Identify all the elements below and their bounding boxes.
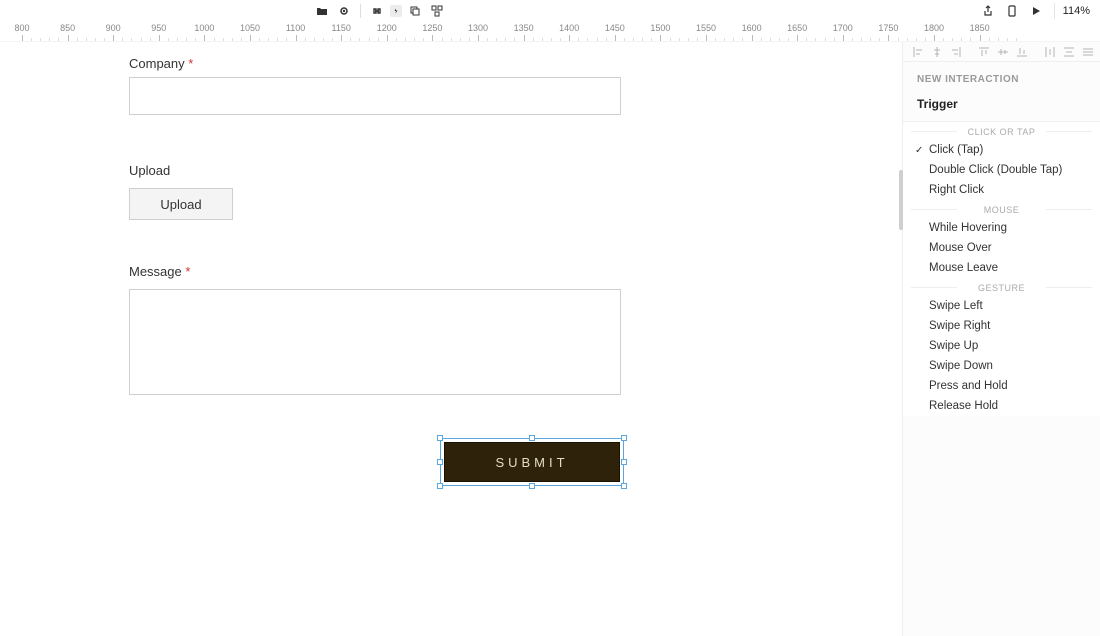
message-textarea[interactable] (129, 289, 621, 395)
trigger-option-label: Swipe Up (929, 340, 978, 352)
resize-handle[interactable] (621, 483, 627, 489)
message-label: Message * (129, 264, 621, 279)
trigger-option[interactable]: While Hovering (903, 218, 1100, 238)
resize-handle[interactable] (529, 435, 535, 441)
distribute-v-icon[interactable] (1064, 47, 1074, 57)
horizontal-ruler: 8008509009501000105011001150120012501300… (0, 22, 1100, 42)
canvas-area[interactable]: Company * Upload Upload Message * SUBMIT (0, 42, 902, 636)
group-icon[interactable] (431, 5, 443, 17)
align-right-icon[interactable] (951, 47, 961, 57)
message-label-text: Message (129, 264, 182, 279)
lightning-icon[interactable] (390, 5, 402, 17)
check-icon: ✓ (915, 145, 923, 156)
trigger-option[interactable]: Mouse Over (903, 238, 1100, 258)
trigger-option-label: Mouse Over (929, 242, 992, 254)
link-icon[interactable] (371, 5, 383, 17)
device-icon[interactable] (1006, 5, 1018, 17)
toolbar-right-group: 114% (982, 3, 1090, 19)
trigger-option[interactable]: Mouse Leave (903, 258, 1100, 278)
toolbar-center-group (316, 4, 443, 18)
duplicate-icon[interactable] (409, 5, 421, 17)
trigger-option[interactable]: Press and Hold (903, 376, 1100, 396)
resize-handle[interactable] (529, 483, 535, 489)
required-marker: * (185, 264, 190, 279)
resize-handle[interactable] (437, 435, 443, 441)
trigger-option[interactable]: Swipe Left (903, 296, 1100, 316)
top-toolbar: 114% (0, 0, 1100, 22)
gear-icon[interactable] (338, 5, 350, 17)
trigger-option[interactable]: Swipe Down (903, 356, 1100, 376)
resize-handle[interactable] (437, 459, 443, 465)
more-align-icon[interactable] (1083, 47, 1093, 57)
play-icon[interactable] (1030, 5, 1042, 17)
zoom-level[interactable]: 114% (1054, 3, 1090, 19)
resize-handle[interactable] (621, 435, 627, 441)
trigger-option[interactable]: Right Click (903, 180, 1100, 200)
upload-label: Upload (129, 163, 621, 178)
trigger-option[interactable]: Swipe Up (903, 336, 1100, 356)
folder-icon[interactable] (316, 5, 328, 17)
required-marker: * (188, 56, 193, 71)
dropdown-group-label: GESTURE (903, 278, 1100, 296)
upload-button[interactable]: Upload (129, 188, 233, 220)
trigger-option-label: Click (Tap) (929, 144, 983, 156)
dropdown-group-label: MOUSE (903, 200, 1100, 218)
right-panel: NEW INTERACTION Trigger CLICK OR TAP ✓ Cli… (902, 42, 1100, 636)
align-center-v-icon[interactable] (998, 47, 1008, 57)
company-input[interactable] (129, 77, 621, 115)
distribute-h-icon[interactable] (1045, 47, 1055, 57)
resize-handle[interactable] (621, 459, 627, 465)
alignment-tools (903, 42, 1100, 62)
align-left-icon[interactable] (913, 47, 923, 57)
dropdown-group-label: CLICK OR TAP (903, 122, 1100, 140)
company-label: Company * (129, 56, 621, 71)
form-container: Company * Upload Upload Message * (129, 56, 621, 395)
align-top-icon[interactable] (979, 47, 989, 57)
trigger-option-label: Mouse Leave (929, 262, 998, 274)
trigger-option-label: Right Click (929, 184, 984, 196)
trigger-option-label: Double Click (Double Tap) (929, 164, 1062, 176)
submit-selection[interactable]: SUBMIT (440, 438, 624, 486)
trigger-option-label: Release Hold (929, 400, 998, 412)
align-center-h-icon[interactable] (932, 47, 942, 57)
trigger-option-label: Press and Hold (929, 380, 1008, 392)
trigger-option[interactable]: Double Click (Double Tap) (903, 160, 1100, 180)
trigger-dropdown: CLICK OR TAP ✓ Click (Tap) Double Click (Do… (903, 122, 1100, 416)
align-bottom-icon[interactable] (1017, 47, 1027, 57)
submit-button[interactable]: SUBMIT (444, 442, 620, 482)
trigger-option-label: Swipe Down (929, 360, 993, 372)
trigger-option[interactable]: Release Hold (903, 396, 1100, 416)
trigger-option[interactable]: Swipe Right (903, 316, 1100, 336)
resize-handle[interactable] (437, 483, 443, 489)
toolbar-separator (360, 4, 361, 18)
trigger-option-label: While Hovering (929, 222, 1007, 234)
trigger-label[interactable]: Trigger (903, 91, 1100, 122)
share-icon[interactable] (982, 5, 994, 17)
company-label-text: Company (129, 56, 185, 71)
trigger-option-label: Swipe Right (929, 320, 990, 332)
panel-section-title: NEW INTERACTION (903, 62, 1100, 91)
trigger-option[interactable]: ✓ Click (Tap) (903, 140, 1100, 160)
trigger-option-label: Swipe Left (929, 300, 983, 312)
